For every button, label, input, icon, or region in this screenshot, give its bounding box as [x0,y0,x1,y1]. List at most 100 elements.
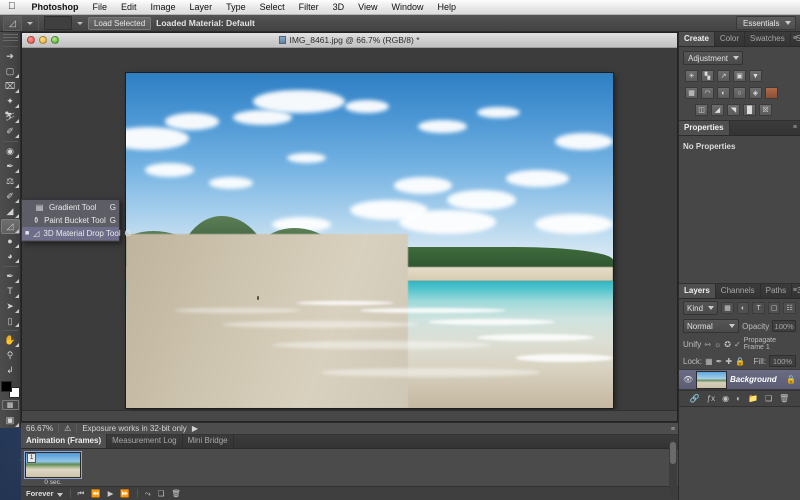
menu-item-3d[interactable]: 3D [326,0,352,15]
photo-filter-icon[interactable]: ○ [733,87,746,99]
animation-frame[interactable]: 1 0 sec. [24,451,82,486]
lock-all-icon[interactable]: 🔒 [735,357,745,366]
tween-icon[interactable]: ⤳ [145,489,151,499]
quick-mask-mode-icon[interactable]: ▩ [1,400,19,411]
shape-layer-filter-icon[interactable]: ▢ [767,302,781,314]
propagate-checkbox[interactable]: ✓ [734,340,741,349]
select-previous-frame-icon[interactable]: ⏪ [91,489,100,498]
play-animation-icon[interactable]: ▶ [108,489,114,498]
animation-frames-strip[interactable]: 1 0 sec. [21,449,678,489]
threshold-icon[interactable]: ◥ [727,104,740,116]
new-adjustment-icon[interactable]: ◐ [736,394,741,403]
chevron-down-icon[interactable] [27,21,33,25]
3d-material-drop-icon[interactable]: ◿ [3,15,22,31]
path-selection-tool[interactable]: ➤ [1,299,20,314]
blur-tool[interactable]: ● [1,234,20,249]
menu-item-view[interactable]: View [351,0,384,15]
layer-kind-filter[interactable]: Kind [683,301,719,315]
blend-mode-dropdown[interactable]: Normal [683,319,740,333]
select-first-frame-icon[interactable]: ⏮ [78,489,85,499]
menu-item-image[interactable]: Image [144,0,183,15]
unify-visibility-icon[interactable]: ☼ [714,340,721,349]
color-lookup-icon[interactable] [765,87,778,99]
document-title-bar[interactable]: IMG_8461.jpg @ 66.7% (RGB/8) * [22,33,677,48]
posterize-icon[interactable]: ◢ [711,104,724,116]
hand-tool[interactable]: ✋ [1,333,20,348]
quick-selection-tool[interactable]: ✦ [1,94,20,109]
menu-item-filter[interactable]: Filter [292,0,326,15]
brightness-contrast-icon[interactable]: ☀ [685,70,698,82]
lasso-tool[interactable]: ⌧ [1,79,20,94]
default-colors-icon[interactable]: ↲ [1,363,20,378]
dodge-tool[interactable]: ◕ [1,249,20,264]
rectangle-tool[interactable]: ▯ [1,314,20,329]
tab-paths[interactable]: Paths [761,284,793,298]
selective-color-icon[interactable]: ☒ [759,104,772,116]
unify-position-icon[interactable]: ⇿ [704,340,711,349]
pen-tool[interactable]: ✒ [1,269,20,284]
smart-object-filter-icon[interactable]: ☷ [783,302,796,314]
menu-item-type[interactable]: Type [219,0,253,15]
tab-properties[interactable]: Properties [679,121,730,135]
status-expand-icon[interactable]: ▶ [192,424,198,433]
layer-visibility-icon[interactable]: 👁 [683,375,693,384]
duplicate-frame-icon[interactable]: ❏ [158,489,165,498]
adjustment-layer-filter-icon[interactable]: ◐ [736,302,750,314]
panel-menu-icon[interactable]: ≡ [793,35,797,42]
opacity-value[interactable]: 100% [772,320,796,332]
delete-layer-icon[interactable]: 🗑 [779,394,789,403]
black-white-icon[interactable]: ◐ [717,87,730,99]
image-canvas[interactable] [126,73,613,408]
material-preset-field[interactable] [44,16,72,30]
tab-measurement-log[interactable]: Measurement Log [107,434,183,448]
type-layer-filter-icon[interactable]: T [752,302,765,314]
flyout-item-gradient-tool[interactable]: ▤ Gradient Tool G [22,201,119,214]
lock-image-pixels-icon[interactable]: ✒ [716,357,723,366]
menu-item-window[interactable]: Window [384,0,430,15]
zoom-level[interactable]: 66.67% [26,424,53,433]
unify-style-icon[interactable]: ✪ [724,340,731,349]
select-next-frame-icon[interactable]: ⏩ [120,489,129,498]
panel-menu-icon[interactable]: ≡ [793,124,797,131]
panel-menu-icon[interactable]: ≡ [671,426,675,433]
spot-healing-brush-tool[interactable]: ◉ [1,144,20,159]
flyout-item-3d-material-drop-tool[interactable]: ■ ◿ 3D Material Drop Tool G [22,227,131,240]
menu-item-photoshop[interactable]: Photoshop [25,0,86,15]
link-layers-icon[interactable]: 🔗 [690,394,700,403]
exposure-icon[interactable]: ▣ [733,70,746,82]
menu-item-select[interactable]: Select [253,0,292,15]
crop-tool[interactable]: ⛷ [1,109,20,124]
tab-color[interactable]: Color [715,32,746,46]
channel-mixer-icon[interactable]: ◈ [749,87,762,99]
clone-stamp-tool[interactable]: ⚖ [1,174,20,189]
panel-menu-icon[interactable]: ≡ [793,287,797,294]
flyout-item-paint-bucket-tool[interactable]: ⚱ Paint Bucket Tool G [22,214,119,227]
frame-delay[interactable]: 0 sec. [44,479,61,486]
color-swatches[interactable] [0,381,20,399]
loop-option-dropdown[interactable]: Forever [26,489,63,498]
new-layer-icon[interactable]: ❏ [765,394,772,403]
workspace-selector[interactable]: Essentials [736,16,796,30]
3d-material-drop-tool[interactable]: ◿ [0,218,20,234]
rectangular-marquee-tool[interactable]: ▢ [1,64,20,79]
frame-thumbnail[interactable]: 1 [24,451,82,479]
vibrance-icon[interactable]: ▼ [749,70,762,82]
eyedropper-tool[interactable]: ✐ [1,124,20,139]
load-selected-button[interactable]: Load Selected [88,16,152,30]
animation-scrollbar[interactable] [669,440,677,499]
gradient-map-icon[interactable]: █ [743,104,756,116]
curves-icon[interactable]: ↗ [717,70,730,82]
tab-swatches[interactable]: Swatches [745,32,791,46]
delete-frame-icon[interactable]: 🗑 [171,489,181,498]
layer-mask-icon[interactable]: ◉ [722,394,729,403]
menu-item-file[interactable]: File [86,0,115,15]
hue-saturation-icon[interactable]: ▦ [685,87,698,99]
tab-layers[interactable]: Layers [679,284,716,298]
color-balance-icon[interactable]: ◠ [701,87,714,99]
adjustment-type-dropdown[interactable]: Adjustment [683,51,744,65]
tab-create[interactable]: Create [679,32,715,46]
toolbox-drag-handle[interactable] [2,34,18,42]
brush-tool[interactable]: ✒ [1,159,20,174]
eraser-tool[interactable]: ◢ [1,204,20,219]
layer-row-background[interactable]: 👁 Background 🔒 [679,369,800,390]
